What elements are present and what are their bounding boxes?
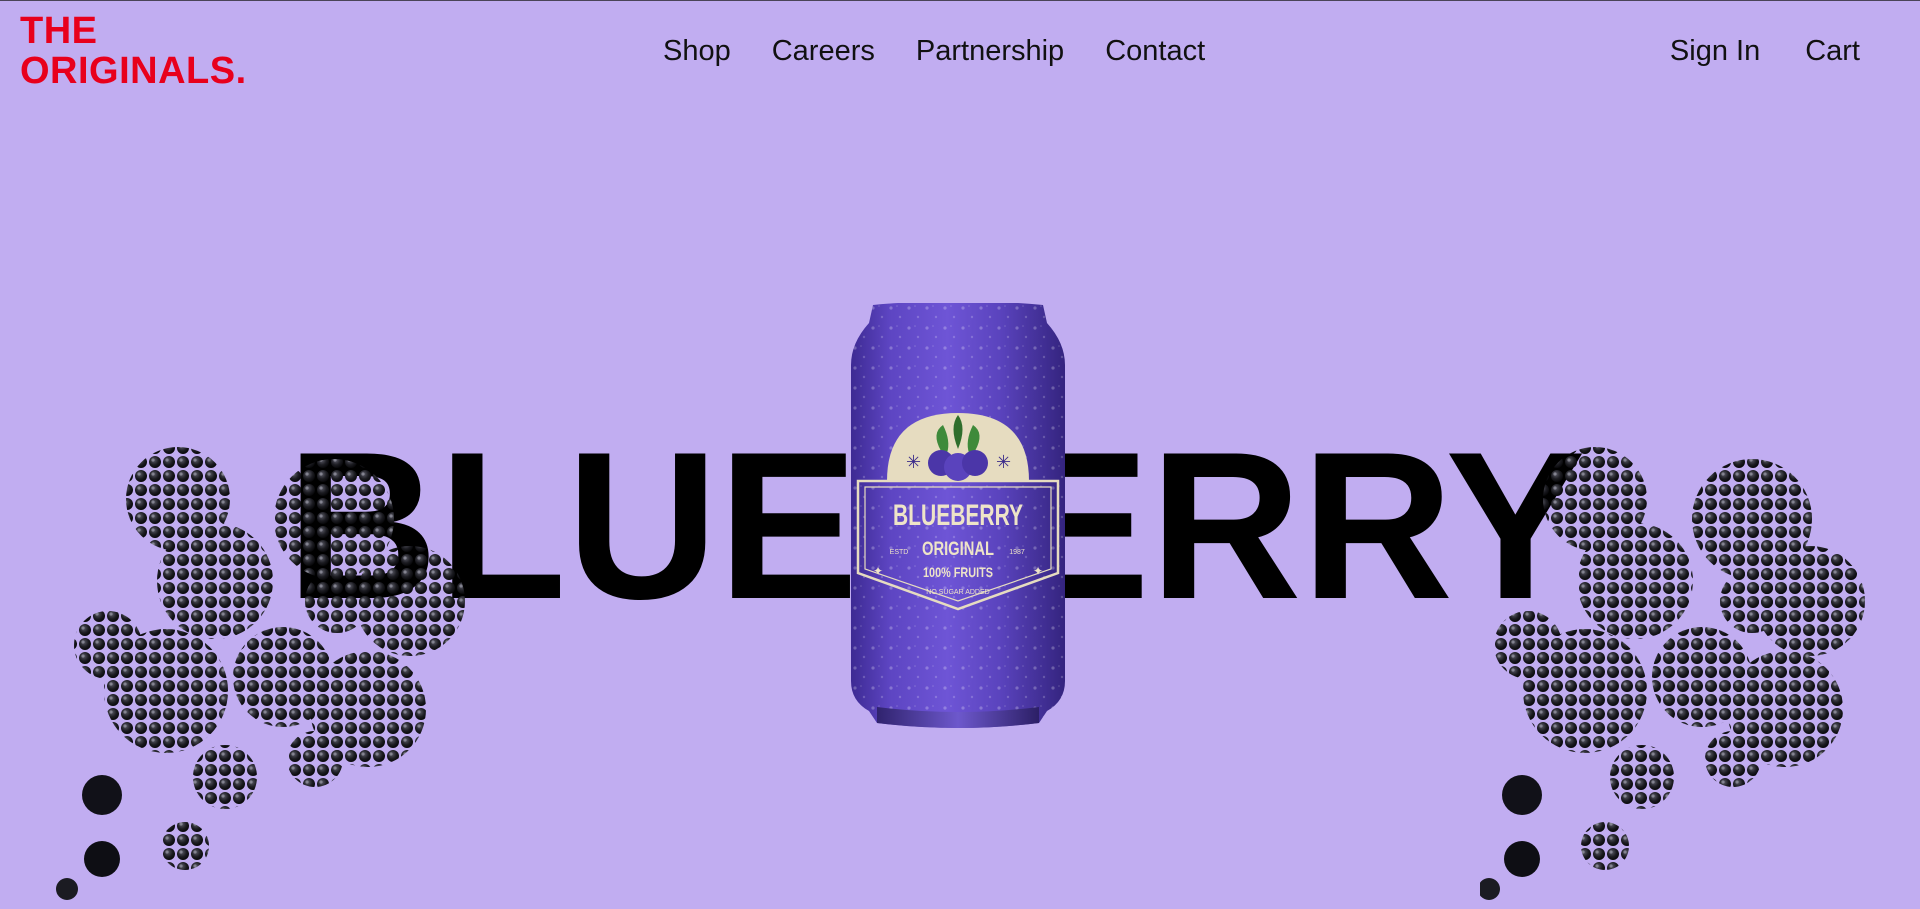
can-label-note: NO SUGAR ADDED [926,589,989,596]
nav-item-shop[interactable]: Shop [663,31,731,71]
can-label-estd-right: 1987 [1009,549,1025,556]
account-links: Sign In Cart [1670,31,1860,71]
blueberry-can-image: ✳ ✳ BLUEBERRY ORIGINAL ESTD 1987 100% FR… [851,303,1065,728]
brand-logo[interactable]: THE ORIGINALS. [20,11,247,91]
brand-logo-line-1: THE [20,10,98,52]
can-label-tagline: 100% FRUITS [923,564,993,580]
blackberries-left-image [56,447,465,900]
nav-item-careers[interactable]: Careers [772,31,875,71]
svg-text:✳: ✳ [906,452,921,473]
svg-text:✦: ✦ [873,564,883,578]
nav-item-contact[interactable]: Contact [1105,31,1205,71]
svg-text:✦: ✦ [1033,564,1043,578]
sign-in-link[interactable]: Sign In [1670,31,1760,71]
main-nav: Shop Careers Partnership Contact [663,31,1205,71]
nav-item-partnership[interactable]: Partnership [916,31,1064,71]
brand-logo-line-2: ORIGINALS. [20,50,247,92]
svg-text:✳: ✳ [996,452,1011,473]
blackberries-right-image [1480,447,1865,900]
can-label-estd-left: ESTD [890,549,909,556]
can-label-subtitle: ORIGINAL [922,539,994,560]
can-label-title: BLUEBERRY [893,499,1023,532]
cart-link[interactable]: Cart [1805,31,1860,71]
